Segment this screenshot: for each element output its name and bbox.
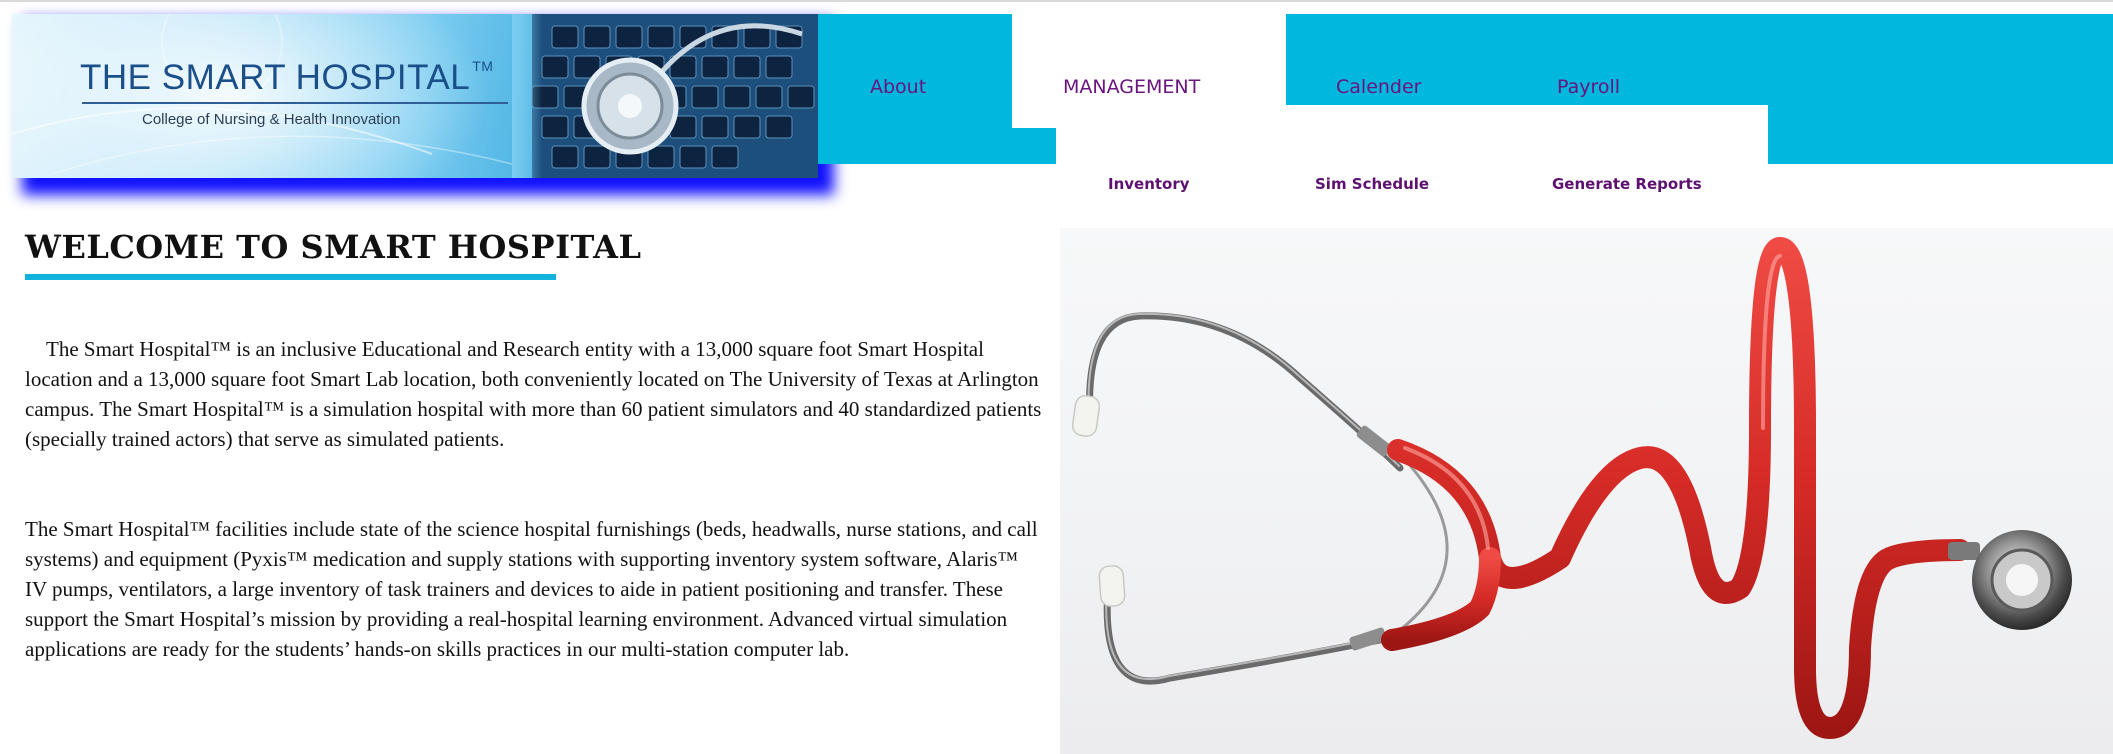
site-logo[interactable]: THE SMART HOSPITAL TM College of Nursing … (12, 14, 818, 178)
nav-item-calender[interactable]: Calender (1336, 76, 1421, 98)
intro-paragraph: The Smart Hospital™ is an inclusive Educ… (25, 334, 1045, 454)
facilities-paragraph: The Smart Hospital™ facilities include s… (25, 517, 1038, 661)
stethoscope-heartbeat-icon (1071, 237, 2072, 739)
hero-image (1060, 228, 2113, 754)
submenu-panel (1056, 105, 1768, 225)
submenu-item-sim-schedule[interactable]: Sim Schedule (1315, 175, 1429, 193)
logo-trademark: TM (472, 58, 494, 74)
nav-item-management[interactable]: MANAGEMENT (1063, 76, 1200, 98)
logo-subtitle: College of Nursing & Health Innovation (142, 111, 401, 128)
stethoscope-on-keyboard-icon (512, 14, 818, 178)
intro-paragraph-text: The Smart Hospital™ is an inclusive Educ… (25, 337, 1042, 451)
title-underline (25, 274, 556, 280)
logo-title-text: THE SMART HOSPITAL (80, 58, 471, 97)
nav-item-about[interactable]: About (870, 76, 926, 98)
top-rule (0, 0, 2113, 2)
page-title: Welcome to Smart Hospital (25, 228, 642, 266)
submenu-item-generate-reports[interactable]: Generate Reports (1552, 175, 1702, 193)
submenu-item-inventory[interactable]: Inventory (1108, 175, 1190, 193)
nav-item-payroll[interactable]: Payroll (1557, 76, 1620, 98)
logo-underline (82, 102, 508, 104)
logo-title: THE SMART HOSPITAL TM (80, 58, 493, 98)
